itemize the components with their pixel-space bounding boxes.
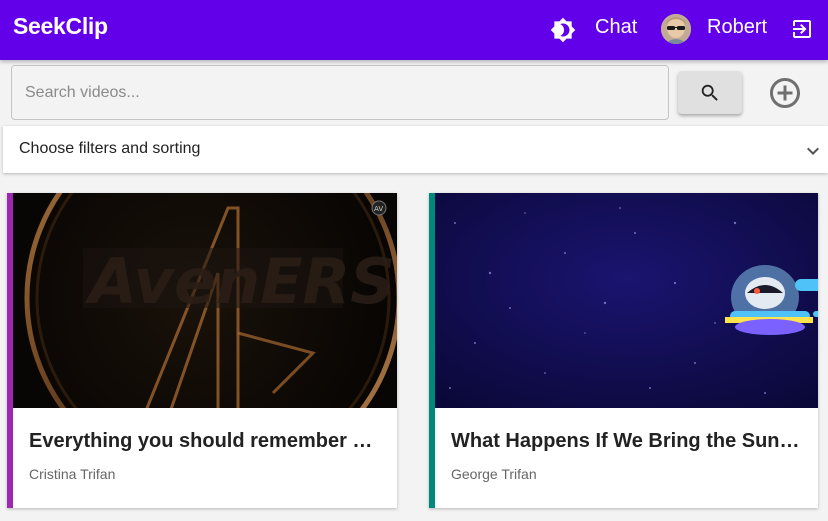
- video-thumbnail[interactable]: [435, 193, 818, 408]
- video-author: George Trifan: [451, 466, 537, 482]
- search-button[interactable]: [678, 71, 742, 114]
- brightness-icon[interactable]: [550, 17, 576, 43]
- svg-text:AV: AV: [374, 205, 383, 213]
- chevron-down-icon[interactable]: [801, 139, 825, 168]
- search-icon: [701, 84, 718, 101]
- search-input[interactable]: [12, 66, 668, 119]
- video-author: Cristina Trifan: [29, 466, 116, 482]
- video-card[interactable]: What Happens If We Bring the Sun to Eart…: [429, 193, 818, 508]
- filters-accordion[interactable]: Choose filters and sorting: [3, 126, 828, 173]
- chat-button[interactable]: Chat: [595, 16, 637, 39]
- app-bar: SeekClip Chat Robert: [0, 0, 828, 60]
- filters-label: Choose filters and sorting: [19, 140, 201, 157]
- search-field: [11, 65, 669, 120]
- logout-icon[interactable]: [790, 17, 814, 41]
- video-thumbnail[interactable]: AvenERS AV: [13, 193, 397, 408]
- video-title[interactable]: What Happens If We Bring the Sun to Eart…: [451, 430, 802, 453]
- avatar[interactable]: [661, 14, 691, 44]
- brand-logo[interactable]: SeekClip: [13, 13, 108, 40]
- video-title[interactable]: Everything you should remember before wa…: [29, 430, 381, 453]
- add-circle-icon[interactable]: [767, 75, 803, 111]
- video-card[interactable]: AvenERS AV Everything you should remembe…: [7, 193, 397, 508]
- svg-text:AvenERS: AvenERS: [84, 245, 395, 318]
- user-name[interactable]: Robert: [707, 16, 767, 39]
